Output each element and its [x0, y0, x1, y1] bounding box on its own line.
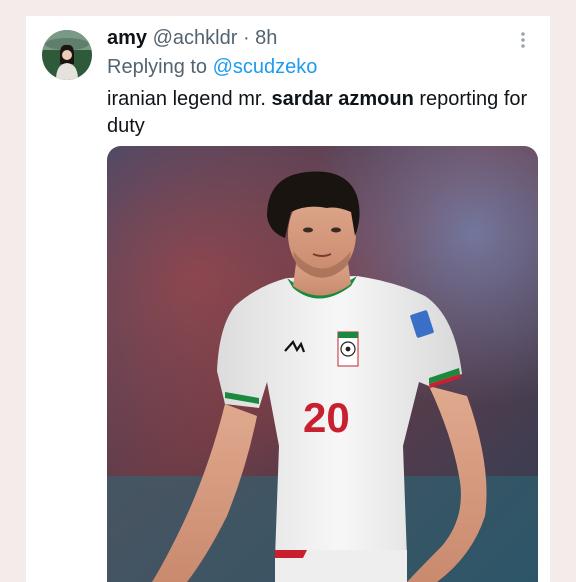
replying-handle-link[interactable]: @scudzeko: [213, 56, 318, 78]
tweet-text: iranian legend mr. sardar azmoun reporti…: [107, 86, 537, 140]
more-options-icon[interactable]: [520, 30, 526, 50]
tweet-header: amy @achkldr · 8h: [107, 27, 277, 50]
user-handle[interactable]: @achkldr: [153, 27, 238, 49]
timestamp[interactable]: 8h: [255, 27, 277, 49]
display-name[interactable]: amy: [107, 27, 147, 49]
separator-dot: ·: [242, 27, 250, 49]
avatar[interactable]: [42, 30, 92, 80]
tweet-card[interactable]: amy @achkldr · 8h Replying to @scudzeko …: [26, 16, 550, 582]
tweet-text-before: iranian legend mr.: [107, 88, 272, 110]
jersey-number: 20: [303, 394, 350, 441]
replying-to: Replying to @scudzeko: [107, 56, 317, 79]
avatar-image: [42, 30, 92, 80]
tweet-text-bold: sardar azmoun: [271, 88, 414, 110]
photo-footballer: 20: [107, 146, 538, 582]
replying-prefix: Replying to: [107, 56, 208, 78]
tweet-photo[interactable]: 20: [107, 146, 538, 582]
